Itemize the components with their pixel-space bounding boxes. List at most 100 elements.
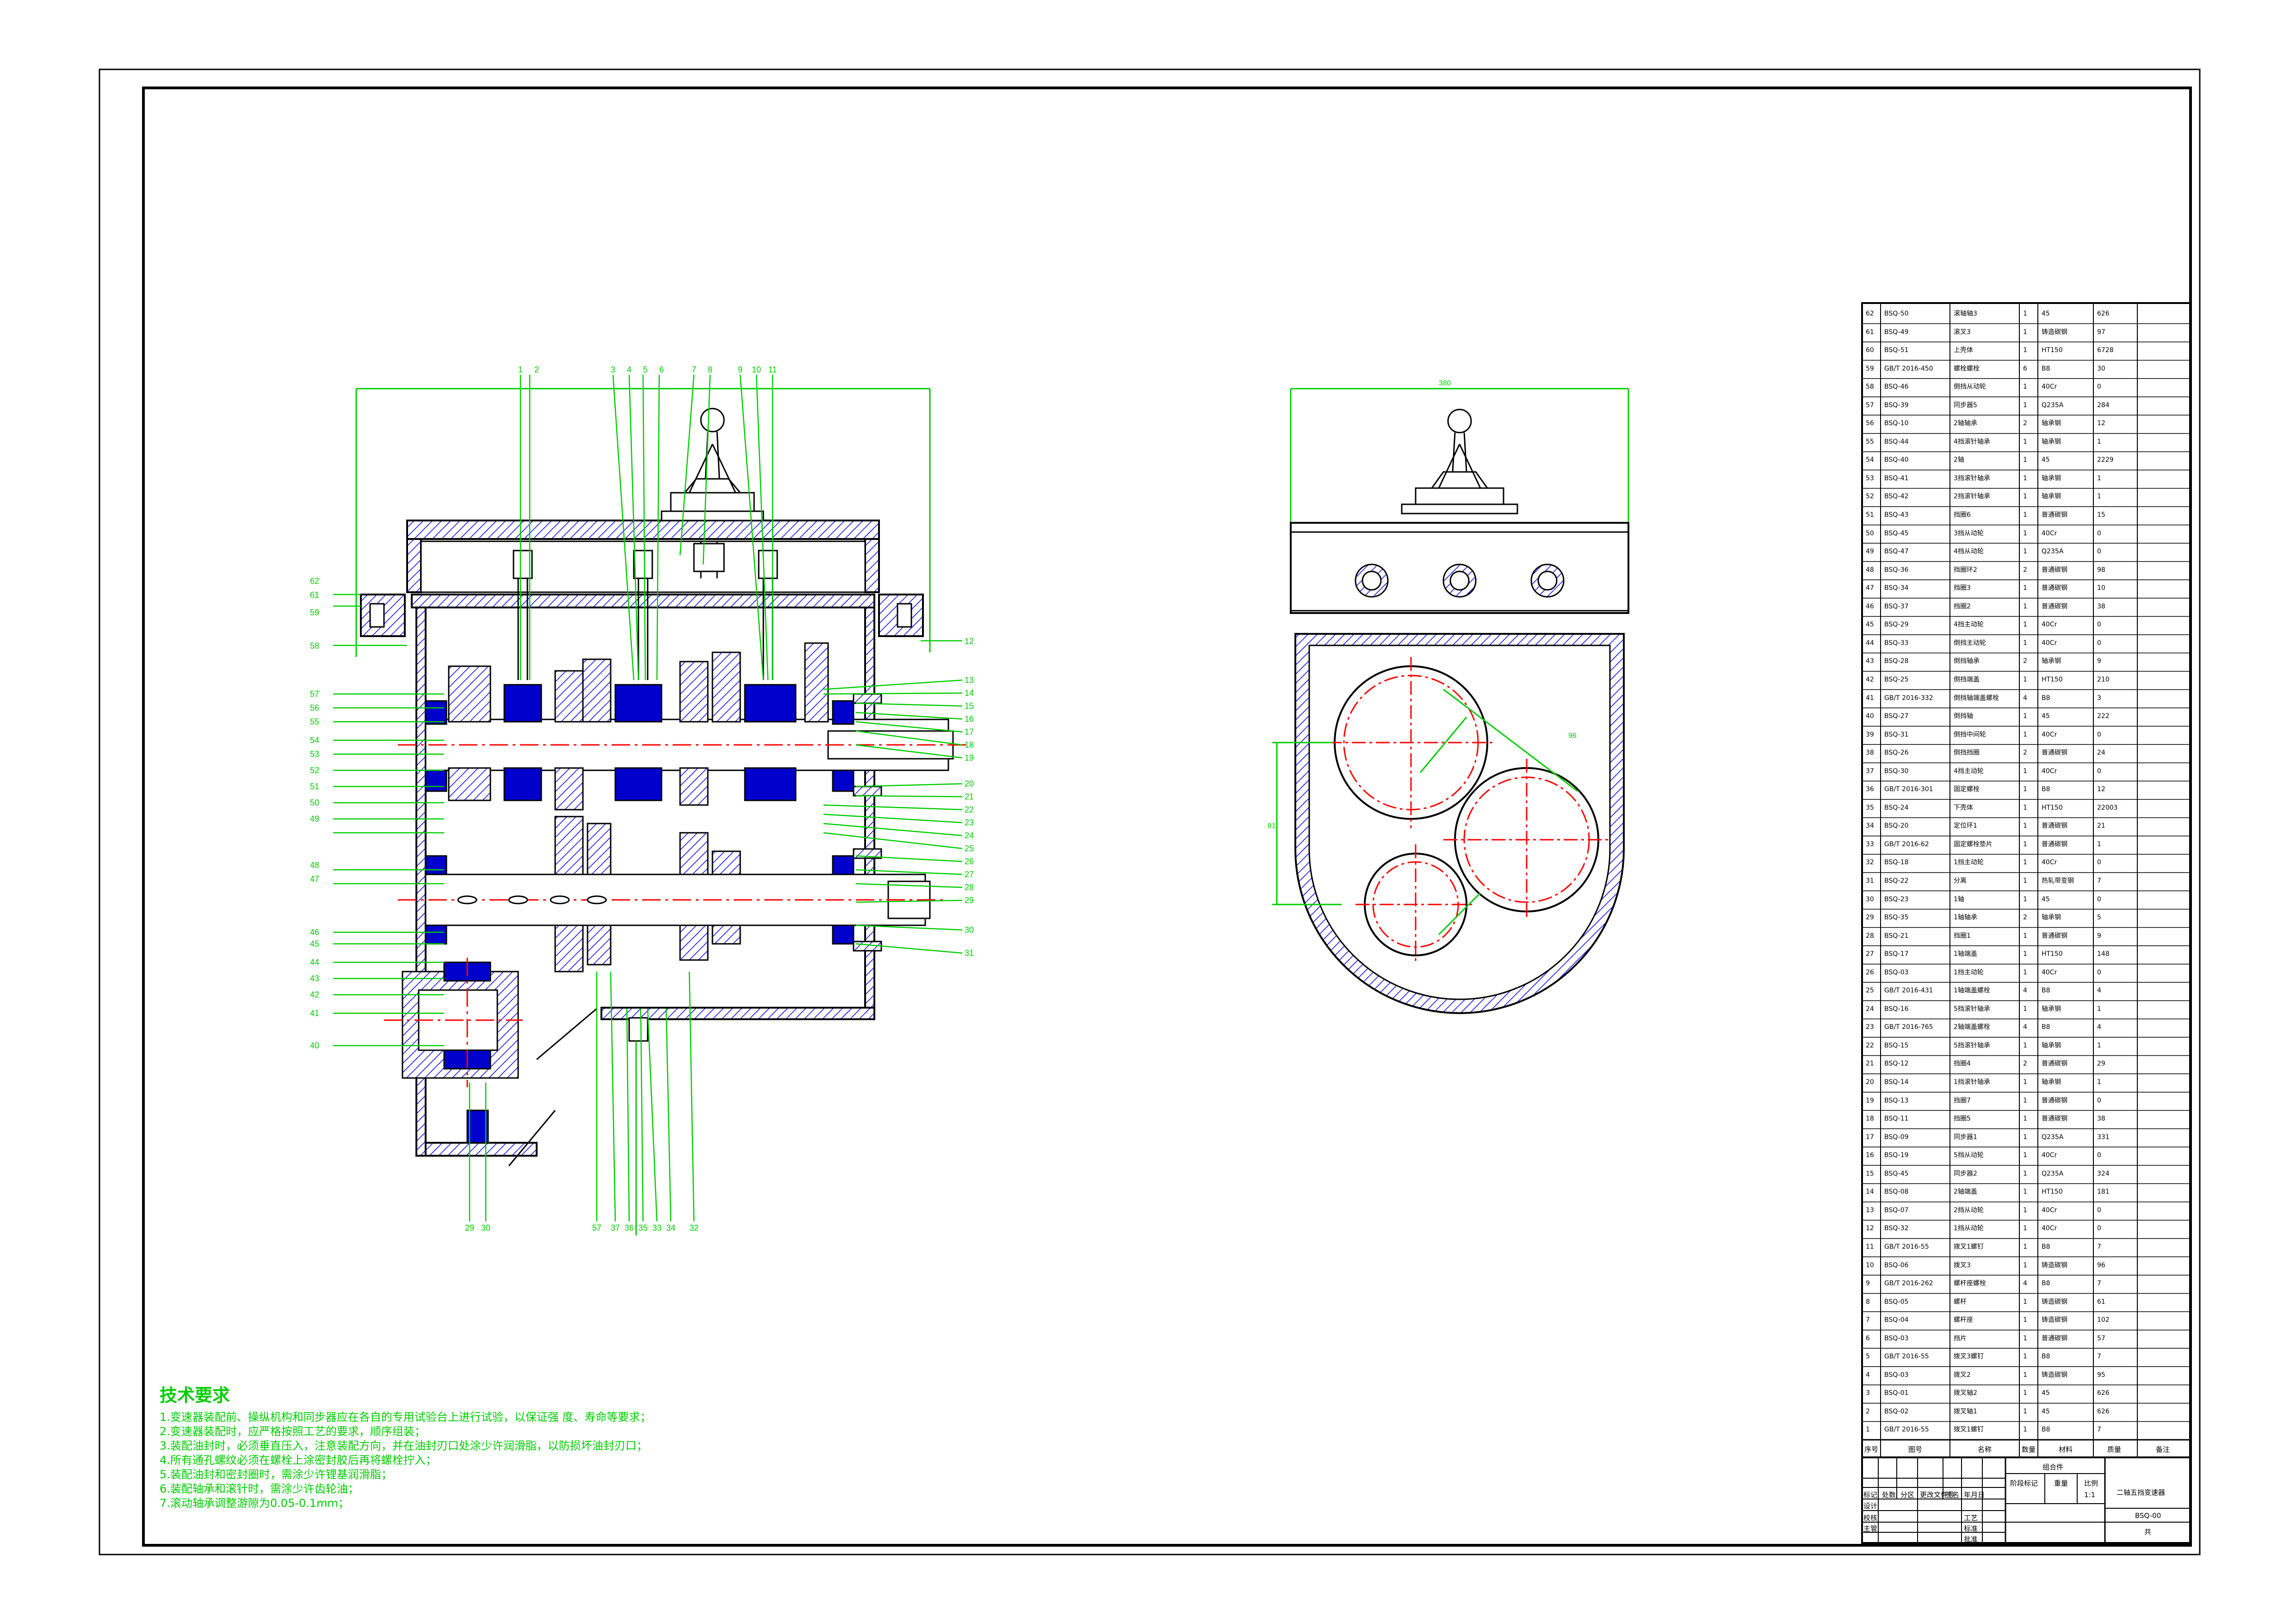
bom-cell: BSQ-17 — [1884, 950, 1909, 958]
tb-sheet: 共 — [2144, 1528, 2152, 1536]
bom-cell: 4挡主动轮 — [1954, 621, 1984, 629]
bom-cell: 16 — [1866, 1152, 1874, 1159]
bom-cell: 1 — [2023, 1133, 2027, 1141]
bom-cell: 3挡从动轮 — [1954, 529, 1984, 537]
balloon: 47 — [310, 874, 319, 884]
bom-cell: 22003 — [2097, 804, 2118, 812]
bom-cell: 固定螺栓 — [1954, 786, 1980, 793]
tb-scale-label: 比例 — [2084, 1479, 2098, 1487]
bom-cell: HT150 — [2042, 950, 2063, 958]
bom-cell: 倒挡端盖 — [1954, 675, 1980, 683]
bom-cell: 1 — [2023, 859, 2027, 867]
balloon: 51 — [310, 782, 319, 791]
bom-cell: 普通碳钢 — [2042, 511, 2067, 519]
bom-cell: 40Cr — [2042, 621, 2057, 629]
tech-req-line: 7.滚动轴承调整游隙为0.05-0.1mm； — [160, 1497, 349, 1510]
bom-cell: 49 — [1866, 548, 1874, 556]
balloon: 13 — [965, 675, 974, 685]
bom-cell: 1 — [2023, 511, 2027, 519]
bom-cell: 轴承钢 — [2042, 1041, 2061, 1049]
bom-cell: GB/T 2016-332 — [1884, 694, 1933, 702]
bom-cell: 0 — [2097, 529, 2101, 537]
tech-req-title: 技术要求 — [160, 1385, 230, 1406]
bom-cell: 2挡滚针轴承 — [1954, 493, 1990, 501]
bom-cell: BSQ-09 — [1884, 1133, 1909, 1141]
bom-cell: 4挡滚针轴承 — [1954, 438, 1990, 446]
bom-cell: BSQ-01 — [1884, 1389, 1909, 1397]
bom-cell: 53 — [1866, 474, 1874, 482]
bom-cell: 滚轴轴3 — [1954, 310, 1977, 317]
bom-cell: BSQ-30 — [1884, 767, 1909, 775]
bom-row: 34 BSQ-20 定位环1 1 普通碳钢 21 — [1862, 818, 2195, 835]
tb-product-name: 二轴五挡变速器 — [2117, 1488, 2166, 1497]
bom-cell: 62 — [1866, 310, 1874, 317]
bom-row: 53 BSQ-41 3挡滚针轴承 1 轴承钢 1 — [1862, 470, 2195, 488]
bom-cell: B8 — [2042, 1280, 2050, 1288]
balloon: 5 — [643, 365, 648, 374]
bom-cell: 倒挡轴承 — [1954, 657, 1980, 665]
bom-cell: 6 — [2023, 365, 2027, 372]
balloon: 55 — [310, 717, 319, 726]
bom-cell: 同步器1 — [1954, 1133, 1977, 1141]
bom-cell: 181 — [2097, 1188, 2110, 1196]
balloon: 12 — [965, 637, 974, 646]
bom-cell: 铸造碳钢 — [2042, 1298, 2067, 1306]
bom-cell: 4 — [2023, 987, 2027, 995]
bom-cell: 2挡从动轮 — [1954, 1206, 1984, 1214]
balloon: 50 — [310, 798, 319, 807]
bom-cell: 12 — [1866, 1225, 1874, 1233]
bom-cell: 30 — [1866, 895, 1874, 903]
bom-cell: 9 — [2097, 657, 2101, 665]
bom-cell: BSQ-25 — [1884, 675, 1909, 683]
bom-cell: BSQ-18 — [1884, 859, 1909, 867]
bom-cell: 铸造碳钢 — [2042, 1371, 2067, 1379]
bom-row: 51 BSQ-43 挡圈6 1 普通碳钢 15 — [1862, 507, 2195, 524]
bom-cell: 1 — [2097, 474, 2101, 482]
front-section-view — [333, 374, 967, 1235]
bom-cell: 2轴端盖 — [1954, 1188, 1977, 1196]
bom-cell: 9 — [1866, 1280, 1870, 1288]
bom-cell: 626 — [2097, 1407, 2110, 1415]
tb-drawing-no: BSQ-00 — [2135, 1511, 2161, 1520]
bom-cell: 1轴轴承 — [1954, 914, 1977, 922]
bom-cell: 2轴轴承 — [1954, 420, 1977, 427]
bom-cell: BSQ-24 — [1884, 804, 1909, 812]
bom-cell: 0 — [2097, 639, 2101, 647]
technical-requirements: 技术要求 1.变速器装配前、操纵机构和同步器应在各自的专用试验台上进行试验，以保… — [160, 1381, 807, 1511]
parts-list-table: 62 BSQ-50 滚轴轴3 1 45 626 61 BSQ-49 滚叉3 1 铸造碳钢 97 60 BS… — [1862, 305, 2195, 1455]
bom-row: 41 GB/T 2016-332 倒挡轴端盖螺栓 4 B8 3 — [1862, 690, 2195, 707]
bom-cell: 普通碳钢 — [2042, 602, 2067, 610]
bom-header-material: 材料 — [2059, 1445, 2073, 1454]
bom-cell: 轴承钢 — [2042, 420, 2061, 427]
bom-row: 38 BSQ-26 倒挡挡圈 2 普通碳钢 24 — [1862, 744, 2195, 762]
balloon: 21 — [965, 792, 974, 801]
bom-cell: 4 — [1866, 1371, 1870, 1379]
tb-rev-sign: 签名 — [1945, 1491, 1960, 1499]
bom-cell: 1 — [2023, 310, 2027, 317]
tb-rev-count: 处数 — [1882, 1491, 1896, 1499]
bom-cell: 6 — [1866, 1334, 1870, 1342]
bom-cell: 52 — [1866, 493, 1874, 501]
balloon: 62 — [310, 576, 319, 586]
tb-stage-label: 阶段标记 — [2010, 1479, 2038, 1487]
side-view: 380 81 96 — [1268, 379, 1629, 1014]
bom-cell: BSQ-32 — [1884, 1225, 1909, 1233]
bom-cell: HT150 — [2042, 1188, 2063, 1196]
bom-cell: 55 — [1866, 438, 1874, 446]
bom-cell: BSQ-41 — [1884, 474, 1909, 482]
bom-cell: 1 — [2023, 602, 2027, 610]
balloons-bottom: 29 30 57 37 36 35 33 34 32 — [465, 1223, 699, 1233]
bom-cell: 7 — [1866, 1316, 1870, 1324]
bom-cell: 29 — [2097, 1060, 2105, 1068]
bom-cell: 螺栓螺栓 — [1954, 365, 1980, 372]
bom-row: 57 BSQ-39 同步器5 1 Q235A 284 — [1862, 397, 2195, 415]
bom-cell: 1 — [2023, 1005, 2027, 1013]
bom-cell: 44 — [1866, 639, 1874, 647]
tb-role-process: 工艺 — [1964, 1514, 1978, 1522]
bom-cell: 37 — [1866, 767, 1874, 775]
bom-cell: 1 — [2023, 456, 2027, 464]
bom-row: 46 BSQ-37 挡圈2 1 普通碳钢 38 — [1862, 598, 2195, 616]
bom-cell: 轴承钢 — [2042, 438, 2061, 446]
tech-req-line: 1.变速器装配前、操纵机构和同步器应在各自的专用试验台上进行试验，以保证强 度、… — [160, 1411, 651, 1424]
bom-cell: 1轴 — [1954, 895, 1964, 903]
